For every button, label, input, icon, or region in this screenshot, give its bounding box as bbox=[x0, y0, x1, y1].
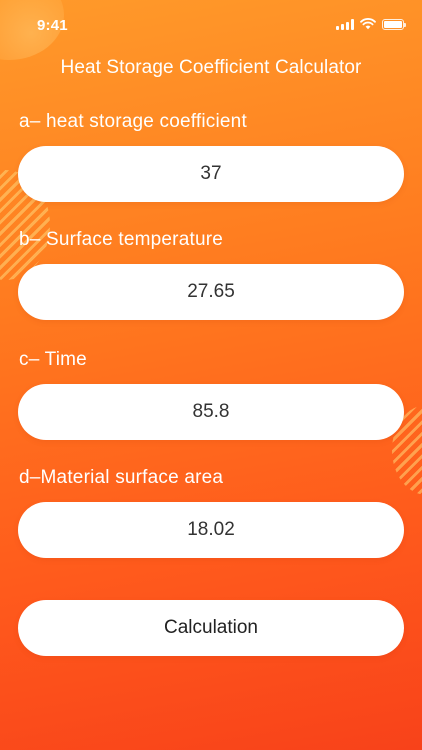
calculator-screen: 9:41 Heat Storage Coefficient Calculator… bbox=[0, 0, 422, 750]
heat-storage-coefficient-input[interactable] bbox=[18, 146, 404, 202]
status-icons bbox=[336, 18, 406, 30]
field-label-heat-storage-coefficient: a– heat storage coefficient bbox=[19, 111, 247, 132]
battery-icon bbox=[382, 18, 406, 30]
calculation-button[interactable]: Calculation bbox=[18, 600, 404, 656]
field-label-material-surface-area: d–Material surface area bbox=[19, 467, 224, 488]
field-label-time: c– Time bbox=[19, 349, 87, 370]
material-surface-area-input[interactable] bbox=[18, 502, 404, 558]
field-label-surface-temperature: b– Surface temperature bbox=[19, 229, 224, 250]
time-input[interactable] bbox=[18, 384, 404, 440]
signal-icon bbox=[336, 18, 354, 30]
status-bar: 9:41 bbox=[0, 0, 422, 50]
surface-temperature-input[interactable] bbox=[18, 264, 404, 320]
wifi-icon bbox=[360, 18, 376, 30]
status-time: 9:41 bbox=[37, 17, 68, 34]
page-title: Heat Storage Coefficient Calculator bbox=[60, 57, 362, 78]
